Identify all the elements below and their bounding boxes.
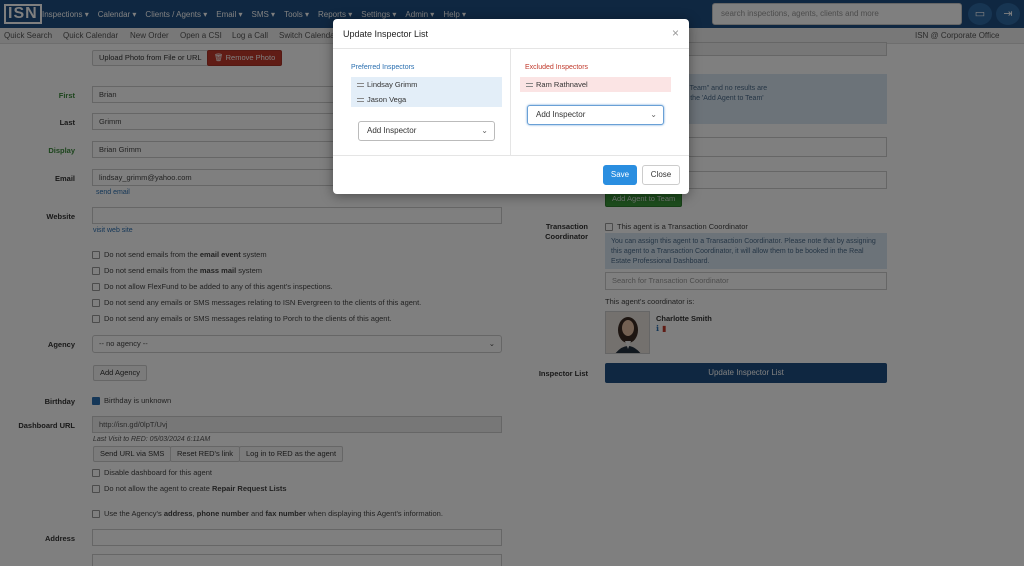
drag-handle-icon[interactable]	[357, 98, 364, 103]
chevron-down-icon: ⌄	[481, 126, 488, 135]
drag-handle-icon[interactable]	[526, 83, 533, 88]
close-icon[interactable]: ×	[672, 26, 679, 40]
excluded-inspector-item[interactable]: Ram Rathnavel	[520, 77, 671, 92]
preferred-inspector-item[interactable]: Lindsay Grimm	[351, 77, 502, 92]
preferred-inspectors-list: Lindsay Grimm Jason Vega	[351, 77, 502, 107]
excluded-inspectors-list: Ram Rathnavel	[520, 77, 671, 92]
drag-handle-icon[interactable]	[357, 83, 364, 88]
select-value: Add Inspector	[367, 126, 417, 135]
chevron-down-icon: ⌄	[650, 110, 657, 119]
update-inspector-list-modal: Update Inspector List × Preferred Inspec…	[333, 19, 689, 194]
modal-footer-divider	[333, 155, 689, 156]
preferred-inspector-item[interactable]: Jason Vega	[351, 92, 502, 107]
save-button[interactable]: Save	[603, 165, 637, 185]
modal-title: Update Inspector List	[343, 29, 429, 39]
excluded-add-inspector-select[interactable]: Add Inspector ⌄	[527, 105, 664, 125]
preferred-inspectors-heading: Preferred Inspectors	[351, 64, 415, 71]
modal-column-divider	[510, 49, 511, 155]
inspector-name: Ram Rathnavel	[536, 80, 588, 89]
preferred-add-inspector-select[interactable]: Add Inspector ⌄	[358, 121, 495, 141]
close-button[interactable]: Close	[642, 165, 680, 185]
select-value: Add Inspector	[536, 110, 586, 119]
inspector-name: Lindsay Grimm	[367, 80, 418, 89]
inspector-name: Jason Vega	[367, 95, 407, 104]
modal-header-divider	[333, 48, 689, 49]
excluded-inspectors-heading: Excluded Inspectors	[525, 64, 589, 71]
